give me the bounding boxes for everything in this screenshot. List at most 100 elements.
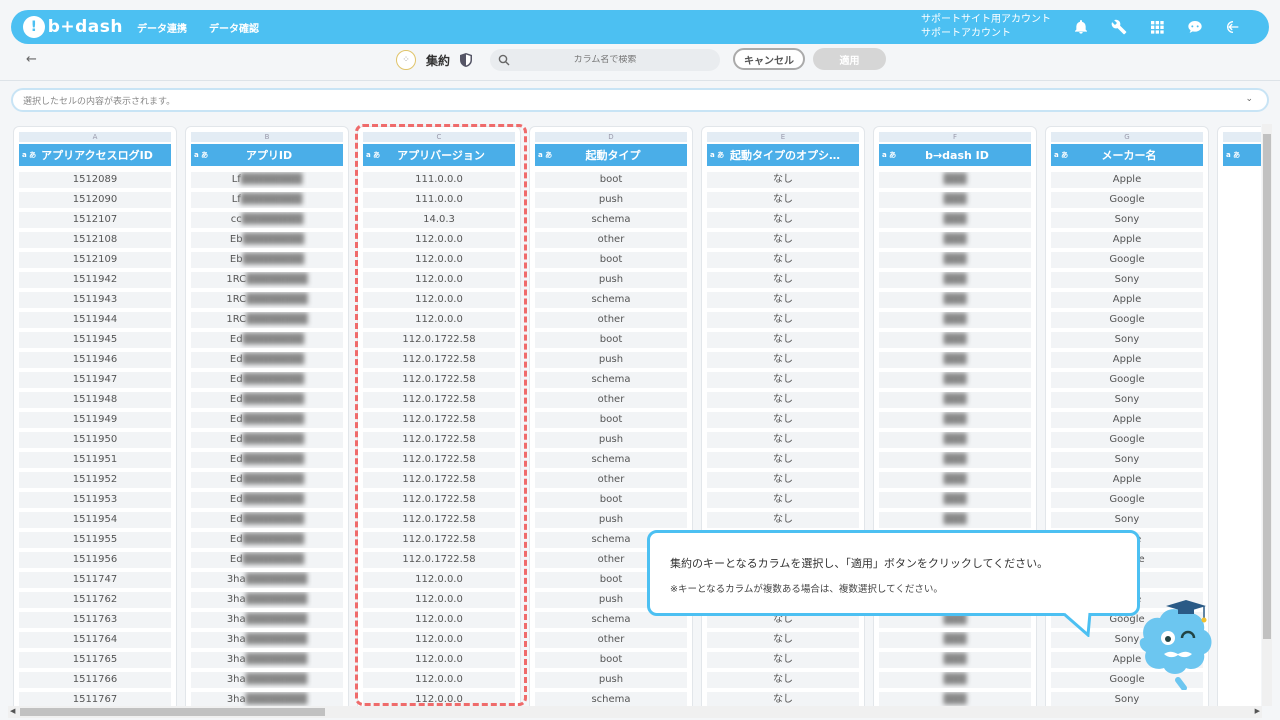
nav-data-integration[interactable]: データ連携 — [137, 20, 187, 35]
table-cell[interactable]: なし — [707, 272, 859, 288]
table-cell[interactable]: schema — [535, 372, 687, 388]
table-cell[interactable]: ███ — [879, 472, 1031, 488]
table-cell[interactable]: push — [535, 672, 687, 688]
table-cell[interactable]: 112.0.1722.58 — [363, 452, 515, 468]
table-cell[interactable]: 1RC████████ — [191, 292, 343, 308]
table-cell[interactable]: 1511944 — [19, 312, 171, 328]
table-cell[interactable]: Ed████████ — [191, 512, 343, 528]
table-cell[interactable]: 1511953 — [19, 492, 171, 508]
table-cell[interactable]: 1511951 — [19, 452, 171, 468]
table-cell[interactable]: Sony — [1051, 272, 1203, 288]
table-cell[interactable]: なし — [707, 192, 859, 208]
table-cell[interactable]: なし — [707, 672, 859, 688]
table-cell[interactable]: なし — [707, 332, 859, 348]
vertical-scroll-thumb[interactable] — [1263, 134, 1271, 639]
table-cell[interactable]: 112.0.1722.58 — [363, 352, 515, 368]
column-letter[interactable]: D — [535, 132, 687, 142]
column-b[interactable]: Ba あアプリID Lf████████ Lf████████ cc████████ E… — [185, 126, 349, 706]
table-cell[interactable]: なし — [707, 212, 859, 228]
table-cell[interactable]: 1511942 — [19, 272, 171, 288]
table-cell[interactable]: Apple — [1051, 412, 1203, 428]
table-cell[interactable]: なし — [707, 412, 859, 428]
table-cell[interactable]: push — [535, 512, 687, 528]
table-cell[interactable]: Ed████████ — [191, 392, 343, 408]
table-cell[interactable]: 1511947 — [19, 372, 171, 388]
table-cell[interactable]: ███ — [879, 292, 1031, 308]
table-cell[interactable]: Sony — [1051, 692, 1203, 706]
table-cell[interactable]: 112.0.0.0 — [363, 612, 515, 628]
table-cell[interactable]: 1512109 — [19, 252, 171, 268]
column-c[interactable]: Ca あ アプリバージョン 111.0.0.0 111.0.0.0 14.0.3 112.… — [357, 126, 521, 706]
table-cell[interactable]: Sony — [1051, 512, 1203, 528]
nav-data-check[interactable]: データ確認 — [209, 20, 259, 35]
table-cell[interactable]: Lf████████ — [191, 172, 343, 188]
column-header[interactable]: a あ アプリバージョン — [363, 144, 515, 166]
table-cell[interactable]: Sony — [1051, 212, 1203, 228]
table-cell[interactable]: boot — [535, 492, 687, 508]
table-cell[interactable]: なし — [707, 472, 859, 488]
table-cell[interactable]: 112.0.1722.58 — [363, 472, 515, 488]
table-cell[interactable]: 14.0.3 — [363, 212, 515, 228]
column-f[interactable]: Fa あ b→dash ID ███ ███ ███ ███ ███ ███ ███ ███ ███… — [873, 126, 1037, 706]
table-cell[interactable]: 112.0.0.0 — [363, 272, 515, 288]
table-cell[interactable]: Google — [1051, 252, 1203, 268]
table-cell[interactable]: 112.0.1722.58 — [363, 432, 515, 448]
table-cell[interactable]: 112.0.0.0 — [363, 692, 515, 706]
back-arrow-icon[interactable]: ← — [26, 52, 37, 67]
table-cell[interactable]: other — [535, 632, 687, 648]
table-cell[interactable]: 1511946 — [19, 352, 171, 368]
table-cell[interactable]: 1511950 — [19, 432, 171, 448]
table-cell[interactable]: なし — [707, 292, 859, 308]
table-cell[interactable]: Apple — [1051, 292, 1203, 308]
table-cell[interactable]: ███ — [879, 372, 1031, 388]
table-cell[interactable]: ███ — [879, 392, 1031, 408]
horizontal-scrollbar[interactable]: ◀ ▶ — [8, 706, 1262, 718]
table-cell[interactable]: 1511956 — [19, 552, 171, 568]
table-cell[interactable]: ███ — [879, 192, 1031, 208]
table-cell[interactable]: Sony — [1051, 392, 1203, 408]
table-cell[interactable]: schema — [535, 292, 687, 308]
shield-icon[interactable] — [460, 53, 473, 67]
table-cell[interactable]: Ed████████ — [191, 552, 343, 568]
column-header[interactable]: a あ — [1223, 144, 1261, 166]
table-cell[interactable]: other — [535, 232, 687, 248]
table-cell[interactable]: 112.0.0.0 — [363, 572, 515, 588]
table-cell[interactable]: なし — [707, 492, 859, 508]
table-cell[interactable]: 1512107 — [19, 212, 171, 228]
table-cell[interactable]: Apple — [1051, 472, 1203, 488]
table-cell[interactable]: なし — [707, 252, 859, 268]
table-cell[interactable]: なし — [707, 452, 859, 468]
table-cell[interactable]: 3ha████████ — [191, 632, 343, 648]
table-cell[interactable]: 1RC████████ — [191, 312, 343, 328]
table-cell[interactable]: schema — [535, 452, 687, 468]
table-cell[interactable]: Google — [1051, 432, 1203, 448]
table-cell[interactable]: push — [535, 192, 687, 208]
column-d[interactable]: Da あ 起動タイプ boot push schema other boot push sche… — [529, 126, 693, 706]
chat-bot-icon[interactable] — [1187, 19, 1203, 35]
table-cell[interactable]: Ed████████ — [191, 332, 343, 348]
table-cell[interactable]: なし — [707, 172, 859, 188]
column-search-input[interactable] — [510, 55, 700, 65]
table-cell[interactable]: Ed████████ — [191, 492, 343, 508]
table-cell[interactable]: 1511943 — [19, 292, 171, 308]
table-cell[interactable]: 3ha████████ — [191, 592, 343, 608]
logout-icon[interactable] — [1225, 19, 1241, 35]
table-cell[interactable]: Lf████████ — [191, 192, 343, 208]
horizontal-scroll-thumb[interactable] — [20, 708, 325, 716]
table-cell[interactable]: 1511762 — [19, 592, 171, 608]
table-cell[interactable]: 111.0.0.0 — [363, 192, 515, 208]
table-cell[interactable]: other — [535, 392, 687, 408]
table-cell[interactable]: Apple — [1051, 232, 1203, 248]
table-cell[interactable]: 112.0.0.0 — [363, 232, 515, 248]
table-cell[interactable]: 1512089 — [19, 172, 171, 188]
table-cell[interactable]: 3ha████████ — [191, 692, 343, 706]
table-cell[interactable]: Apple — [1051, 172, 1203, 188]
table-cell[interactable]: 112.0.1722.58 — [363, 412, 515, 428]
table-cell[interactable]: 1511766 — [19, 672, 171, 688]
table-cell[interactable]: 1511949 — [19, 412, 171, 428]
table-cell[interactable]: ███ — [879, 172, 1031, 188]
table-cell[interactable]: ███ — [879, 312, 1031, 328]
column-a[interactable]: Aa あアプリアクセスログID 1512089 1512090 1512107 1512… — [13, 126, 177, 706]
table-cell[interactable]: 1512108 — [19, 232, 171, 248]
table-cell[interactable]: 3ha████████ — [191, 652, 343, 668]
